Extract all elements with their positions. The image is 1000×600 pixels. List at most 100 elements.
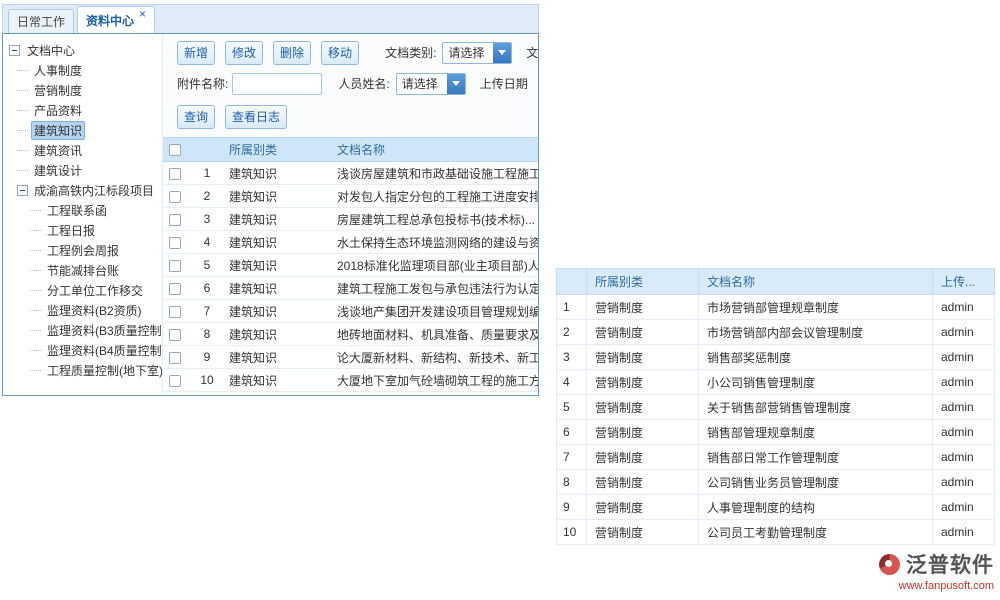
row-checkbox[interactable] [169, 214, 181, 226]
docname-label-clipped: 文档名称: [526, 44, 538, 61]
tab-daily-work[interactable]: 日常工作 [8, 9, 74, 33]
row-uploader: admin [933, 470, 995, 495]
category-select[interactable]: 请选择 [442, 42, 512, 64]
row-category: 建筑知识 [223, 323, 331, 346]
document-row[interactable]: 9建筑知识论大厦新材料、新结构、新技术、新工... [163, 346, 538, 369]
tree-node[interactable]: 成渝高铁内江标段项目 [3, 180, 162, 200]
close-tab-icon[interactable]: × [139, 7, 146, 21]
column-header-docname: 文档名称 [331, 138, 538, 162]
row-checkbox[interactable] [169, 352, 181, 364]
tree-node[interactable]: 监理资料(B4质量控制) [3, 340, 162, 360]
row-docname: 对发包人指定分包的工程施工进度安排... [331, 185, 538, 208]
row-checkbox[interactable] [169, 260, 181, 272]
column-header-number [191, 138, 223, 162]
marketing-doc-row[interactable]: 10营销制度公司员工考勤管理制度admin [557, 520, 995, 545]
document-row[interactable]: 2建筑知识对发包人指定分包的工程施工进度安排... [163, 185, 538, 208]
row-number: 7 [191, 300, 223, 323]
document-row[interactable]: 3建筑知识房屋建筑工程总承包投标书(技术标)... [163, 208, 538, 231]
document-row[interactable]: 10建筑知识大厦地下室加气砼墙砌筑工程的施工方... [163, 369, 538, 392]
collapse-icon[interactable] [17, 185, 28, 196]
tree-node[interactable]: 监理资料(B3质量控制) [3, 320, 162, 340]
tree-branch-line [17, 110, 28, 111]
tree-node[interactable]: 营销制度 [3, 80, 162, 100]
tree-branch-line [17, 130, 28, 131]
marketing-doc-row[interactable]: 5营销制度关于销售部营销售管理制度admin [557, 395, 995, 420]
person-label: 人员姓名: [338, 75, 389, 92]
brand-company-name: 泛普软件 [906, 549, 994, 579]
row-checkbox[interactable] [169, 283, 181, 295]
marketing-doc-row[interactable]: 6营销制度销售部管理规章制度admin [557, 420, 995, 445]
tree-branch-line [30, 290, 41, 291]
row-number: 1 [191, 162, 223, 185]
document-row[interactable]: 6建筑知识建筑工程施工发包与承包违法行为认定... [163, 277, 538, 300]
marketing-doc-row[interactable]: 7营销制度销售部日常工作管理制度admin [557, 445, 995, 470]
upload-date-label-clipped: 上传日期 [480, 75, 528, 92]
tree-branch-line [17, 90, 28, 91]
row-checkbox[interactable] [169, 329, 181, 341]
row-uploader: admin [933, 370, 995, 395]
marketing-doc-row[interactable]: 3营销制度销售部奖惩制度admin [557, 345, 995, 370]
row-docname: 市场营销部内部会议管理制度 [699, 320, 933, 345]
tree-node[interactable]: 节能减排台账 [3, 260, 162, 280]
row-category: 建筑知识 [223, 346, 331, 369]
row-category: 营销制度 [587, 370, 699, 395]
tree-node[interactable]: 工程例会周报 [3, 240, 162, 260]
brand-website: www.fanpusoft.com [879, 580, 994, 592]
row-number: 9 [191, 346, 223, 369]
tab-data-center[interactable]: 资料中心 × [77, 6, 155, 33]
tree-node[interactable]: 产品资料 [3, 100, 162, 120]
row-category: 建筑知识 [223, 254, 331, 277]
select-all-checkbox[interactable] [169, 144, 181, 156]
row-category: 营销制度 [587, 295, 699, 320]
delete-button[interactable]: 删除 [273, 41, 311, 65]
tree-branch-line [30, 210, 41, 211]
tree-node[interactable]: 工程联系函 [3, 200, 162, 220]
query-button[interactable]: 查询 [177, 105, 215, 129]
row-number: 8 [557, 470, 587, 495]
tree-node[interactable]: 分工单位工作移交 [3, 280, 162, 300]
move-button[interactable]: 移动 [321, 41, 359, 65]
row-docname: 2018标准化监理项目部(业主项目部)人员... [331, 254, 538, 277]
marketing-doc-row[interactable]: 4营销制度小公司销售管理制度admin [557, 370, 995, 395]
document-row[interactable]: 8建筑知识地砖地面材料、机具准备、质量要求及... [163, 323, 538, 346]
marketing-doc-row[interactable]: 2营销制度市场营销部内部会议管理制度admin [557, 320, 995, 345]
document-row[interactable]: 5建筑知识2018标准化监理项目部(业主项目部)人员... [163, 254, 538, 277]
documents-table-header-row: 所属别类 文档名称 [163, 138, 538, 162]
collapse-icon[interactable] [9, 45, 20, 56]
document-row[interactable]: 4建筑知识水土保持生态环境监测网络的建设与资... [163, 231, 538, 254]
tree-node-label: 节能减排台账 [44, 261, 122, 280]
attachment-input[interactable] [232, 73, 322, 95]
marketing-doc-row[interactable]: 9营销制度人事管理制度的结构admin [557, 495, 995, 520]
tree-node-root[interactable]: 文档中心 [3, 40, 162, 60]
row-checkbox[interactable] [169, 168, 181, 180]
tree-node[interactable]: 工程日报 [3, 220, 162, 240]
row-docname: 浅谈地产集团开发建设项目管理规划编... [331, 300, 538, 323]
tree-node-label: 营销制度 [31, 81, 85, 100]
modify-button[interactable]: 修改 [225, 41, 263, 65]
tree-node-label: 监理资料(B4质量控制) [44, 341, 163, 360]
row-checkbox[interactable] [169, 237, 181, 249]
tree-node[interactable]: 建筑设计 [3, 160, 162, 180]
tree-node-label: 分工单位工作移交 [44, 281, 146, 300]
marketing-doc-row[interactable]: 8营销制度公司销售业务员管理制度admin [557, 470, 995, 495]
person-select[interactable]: 请选择 [396, 73, 466, 95]
view-log-button[interactable]: 查看日志 [225, 105, 287, 129]
document-row[interactable]: 7建筑知识浅谈地产集团开发建设项目管理规划编... [163, 300, 538, 323]
row-checkbox[interactable] [169, 191, 181, 203]
tree-node[interactable]: 建筑知识 [3, 120, 162, 140]
column-header-category: 所属别类 [587, 269, 699, 295]
add-button[interactable]: 新增 [177, 41, 215, 65]
marketing-docs-window: 所属别类 文档名称 上传... 1营销制度市场营销部管理规章制度admin2营销… [556, 268, 995, 545]
marketing-doc-row[interactable]: 1营销制度市场营销部管理规章制度admin [557, 295, 995, 320]
tree-node[interactable]: 监理资料(B2资质) [3, 300, 162, 320]
person-select-value: 请选择 [397, 75, 447, 92]
tree-node[interactable]: 工程质量控制(地下室) [3, 360, 162, 380]
document-row[interactable]: 1建筑知识浅谈房屋建筑和市政基础设施工程施工... [163, 162, 538, 185]
row-checkbox[interactable] [169, 375, 181, 387]
row-docname: 房屋建筑工程总承包投标书(技术标)... [331, 208, 538, 231]
row-category: 营销制度 [587, 320, 699, 345]
row-checkbox[interactable] [169, 306, 181, 318]
tree-node[interactable]: 人事制度 [3, 60, 162, 80]
tree-node[interactable]: 建筑资讯 [3, 140, 162, 160]
row-docname: 市场营销部管理规章制度 [699, 295, 933, 320]
